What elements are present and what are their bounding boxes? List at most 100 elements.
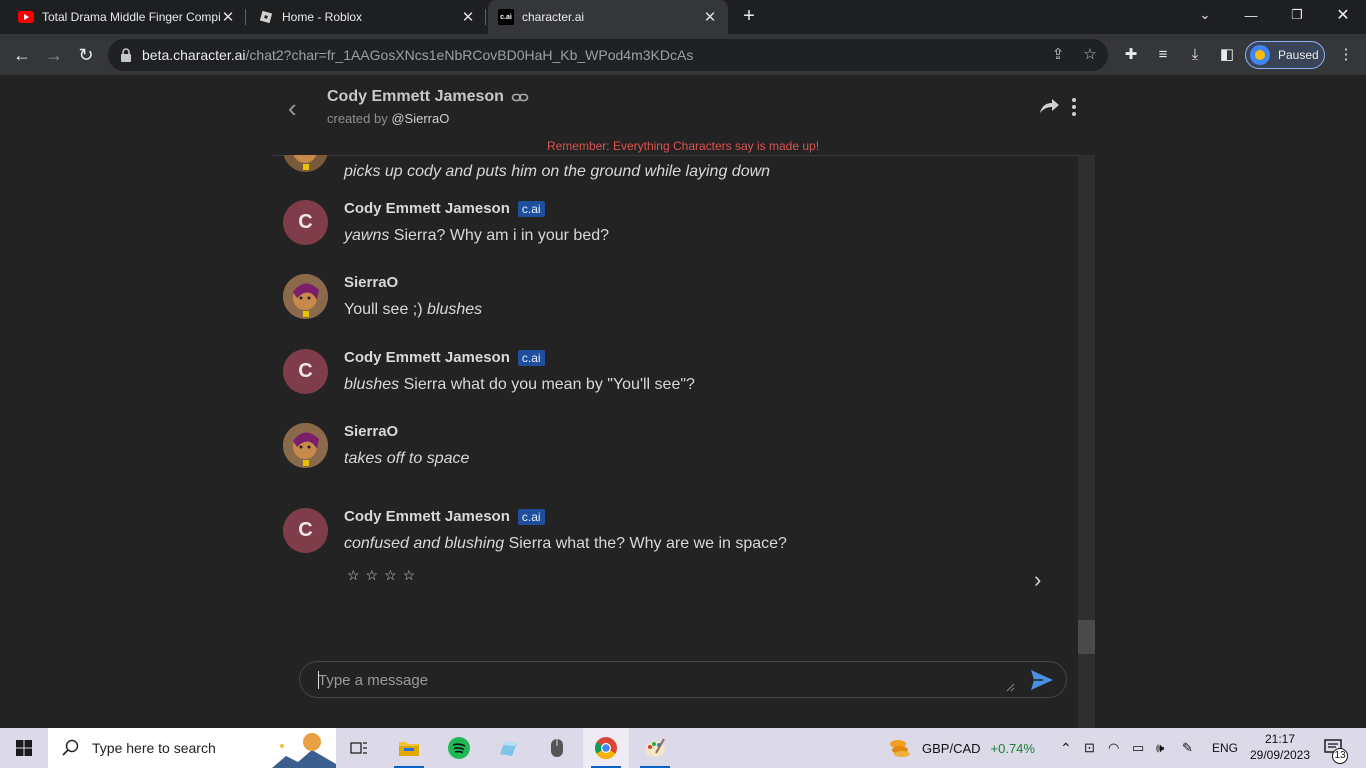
bookmark-star-icon[interactable]: ☆ [1080, 45, 1100, 65]
language-indicator[interactable]: ENG [1212, 728, 1238, 768]
tab-youtube[interactable]: Total Drama Middle Finger Compilation ✕ [8, 0, 246, 34]
more-options-icon[interactable] [1070, 97, 1078, 117]
tab-title: Total Drama Middle Finger Compilation [42, 10, 220, 24]
file-explorer-icon[interactable] [386, 728, 432, 768]
resize-handle-icon[interactable] [1005, 682, 1015, 692]
search-highlight-icon [272, 733, 336, 768]
new-tab-button[interactable]: + [738, 5, 760, 29]
close-icon[interactable]: ✕ [220, 8, 236, 26]
link-icon[interactable] [511, 89, 529, 107]
user-avatar[interactable] [283, 423, 328, 468]
camera-icon[interactable]: ⊡ [1084, 728, 1095, 768]
wifi-icon[interactable]: ◠ [1108, 728, 1119, 768]
rating-stars[interactable]: ☆☆☆☆ [347, 567, 421, 584]
scrollbar-thumb[interactable] [1078, 620, 1095, 654]
reload-icon[interactable]: ↻ [72, 41, 100, 69]
ticker-change: +0.74% [990, 740, 1035, 756]
time: 21:17 [1264, 732, 1296, 746]
close-icon[interactable]: ✕ [702, 8, 718, 26]
chevron-right-icon[interactable]: › [1034, 567, 1041, 593]
bot-badge: c.ai [517, 200, 545, 217]
browser-toolbar: ← → ↻ beta.character.ai/chat2?char=fr_1A… [0, 34, 1366, 76]
extensions-icon[interactable]: ✚ [1121, 45, 1141, 65]
tab-characterai[interactable]: c.ai character.ai ✕ [488, 0, 728, 34]
lock-icon [120, 48, 132, 62]
notifications-icon[interactable]: 13 [1324, 728, 1348, 768]
bot-avatar[interactable]: C [283, 349, 328, 394]
ticker-name: GBP/CAD [922, 740, 981, 756]
message-input-bar [299, 661, 1067, 698]
character-name: Cody Emmett Jameson [327, 88, 504, 105]
user-avatar[interactable] [283, 155, 328, 172]
profile-status: Paused [1278, 48, 1319, 62]
forward-arrow-icon[interactable]: → [40, 41, 68, 69]
pen-icon[interactable]: ✎ [1182, 728, 1193, 768]
search-placeholder: Type here to search [92, 740, 216, 756]
coins-icon [890, 740, 910, 757]
creator-link[interactable]: @SierraO [391, 111, 449, 126]
date: 29/09/2023 [1249, 748, 1311, 762]
side-panel-icon[interactable]: ◧ [1217, 45, 1237, 65]
minimize-button[interactable]: — [1228, 0, 1274, 30]
app-icon[interactable] [485, 728, 531, 768]
disclaimer-banner: Remember: Everything Characters say is m… [546, 139, 820, 153]
text-caret [318, 671, 319, 689]
message-sender: SierraO [344, 423, 399, 440]
address-bar[interactable]: beta.character.ai/chat2?char=fr_1AAGosXN… [108, 39, 1108, 71]
paint-app-icon[interactable] [632, 728, 678, 768]
bot-badge: c.ai [517, 508, 545, 525]
message-sender: Cody Emmett Jameson c.ai [344, 349, 545, 366]
media-control-icon[interactable]: ≡ [1153, 45, 1173, 65]
url-path: /chat2?char=fr_1AAGosXNcs1eNbRCovBD0HaH_… [245, 47, 694, 63]
roblox-icon [258, 9, 274, 25]
profile-button[interactable]: Paused [1245, 41, 1325, 69]
menu-kebab-icon[interactable]: ⋮ [1336, 45, 1356, 65]
send-icon[interactable] [1030, 669, 1054, 691]
battery-icon[interactable]: ▭ [1132, 728, 1144, 768]
message-input[interactable] [318, 670, 1008, 690]
chevron-left-icon[interactable]: ‹ [288, 93, 297, 124]
url-host: beta.character.ai [142, 47, 246, 63]
message-text: confused and blushing Sierra what the? W… [344, 535, 787, 552]
user-avatar[interactable] [283, 274, 328, 319]
message-sender: SierraO [344, 274, 399, 291]
window-close-button[interactable]: ✕ [1320, 0, 1366, 30]
chevron-up-icon[interactable]: ⌃ [1060, 728, 1072, 768]
spotify-icon[interactable] [436, 728, 482, 768]
message-sender: Cody Emmett Jameson c.ai [344, 508, 545, 525]
tab-search-icon[interactable]: ⌄ [1182, 0, 1228, 30]
tab-title: character.ai [522, 10, 585, 24]
volume-icon[interactable]: 🕪 [1156, 728, 1164, 768]
clock[interactable]: 21:17 29/09/2023 [1240, 731, 1320, 763]
share-page-icon[interactable]: ⇪ [1048, 45, 1068, 65]
search-icon [62, 739, 79, 756]
message-text: takes off to space [344, 450, 470, 467]
browser-tab-strip: Total Drama Middle Finger Compilation ✕ … [0, 0, 1366, 34]
tab-roblox[interactable]: Home - Roblox ✕ [248, 0, 486, 34]
maximize-button[interactable]: ❐ [1274, 0, 1320, 30]
chrome-icon[interactable] [583, 728, 629, 768]
windows-start-icon[interactable] [0, 728, 48, 768]
bot-avatar[interactable]: C [283, 200, 328, 245]
youtube-icon [18, 9, 34, 25]
message-list: picks up cody and puts him on the ground… [272, 155, 1078, 730]
bot-avatar[interactable]: C [283, 508, 328, 553]
message-text: yawns Sierra? Why am i in your bed? [344, 227, 610, 244]
bot-badge: c.ai [517, 349, 545, 366]
share-icon[interactable] [1038, 95, 1060, 117]
cai-icon: c.ai [498, 9, 514, 25]
taskbar-search[interactable]: Type here to search [48, 728, 336, 768]
mouse-app-icon[interactable] [534, 728, 580, 768]
message-sender: Cody Emmett Jameson c.ai [344, 200, 545, 217]
avatar [1250, 45, 1270, 65]
task-view-icon[interactable] [336, 728, 382, 768]
message-text: Youll see ;) blushes [344, 301, 483, 318]
windows-taskbar: Type here to search GBP/CAD +0.74% ⌃ ⊡ ◠… [0, 728, 1366, 768]
ticker-widget[interactable]: GBP/CAD +0.74% [888, 728, 1035, 768]
close-icon[interactable]: ✕ [460, 8, 476, 26]
download-icon[interactable]: ⤓ [1185, 45, 1205, 65]
chat-page: ‹ Cody Emmett Jameson created by @Sierra… [0, 77, 1366, 731]
back-arrow-icon[interactable]: ← [8, 41, 36, 69]
notification-count: 13 [1332, 748, 1348, 764]
message-text: picks up cody and puts him on the ground… [344, 163, 771, 180]
